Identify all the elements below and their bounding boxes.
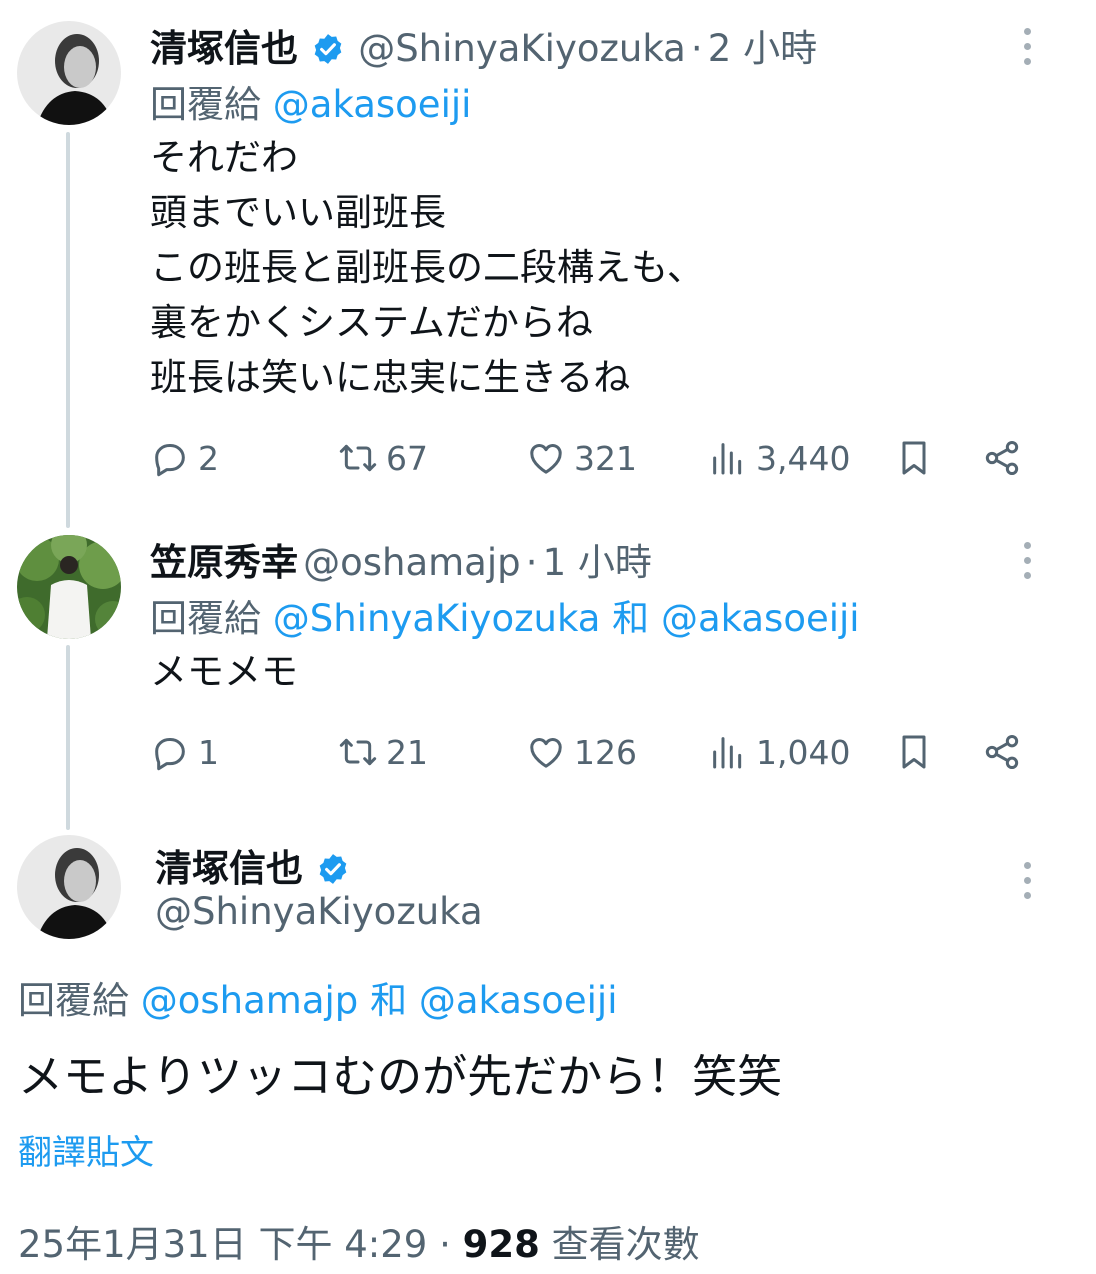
heart-icon [530,444,562,474]
view-count: 928 [462,1223,540,1266]
avatar[interactable] [17,535,121,639]
like-button[interactable]: 126 [526,727,637,777]
like-count: 321 [574,438,637,478]
tweet-header: 清塚信也 @ShinyaKiyozuka · 2 小時 [150,18,817,72]
tweet-text: メモメモ [150,644,298,699]
like-count: 126 [574,732,637,772]
bookmark-icon [902,441,926,475]
share-button[interactable] [982,727,1030,777]
views-chart-icon [713,737,742,769]
separator: · [525,541,538,584]
reply-prefix: 回覆給 [150,83,261,126]
action-bar: 2 67 321 3,440 [150,433,1030,483]
share-button[interactable] [982,433,1030,483]
tweet-text: メモよりツッコむのが先だから！笑笑 [18,1050,783,1103]
tweet-header: 笠原秀幸 @oshamajp · 1 小時 [150,532,652,586]
author-handle[interactable]: @ShinyaKiyozuka [358,27,686,70]
mention-joiner: 和 [370,979,408,1022]
separator: · [439,1223,451,1266]
verified-badge-icon [314,34,342,64]
timestamp[interactable]: 2 小時 [708,27,817,70]
tweet-text-line: それだわ [150,136,298,179]
views-button[interactable]: 3,440 [708,433,850,483]
like-button[interactable]: 321 [526,433,637,483]
mention-link[interactable]: @akasoeiji [419,979,618,1022]
author-name-row: 清塚信也 [155,838,358,892]
repost-button[interactable]: 67 [338,433,428,483]
reply-button[interactable]: 2 [150,433,219,483]
repost-button[interactable]: 21 [338,727,428,777]
mention-link[interactable]: @ShinyaKiyozuka [273,597,601,640]
translate-link[interactable]: 翻譯貼文 [18,1125,154,1174]
tweet-text-line: 班長は笑いに忠実に生きるね [150,356,631,399]
more-options-icon[interactable] [1024,28,1034,73]
post-date[interactable]: 25年1月31日 下午 4:29 [18,1223,427,1266]
bookmark-icon [902,735,926,769]
reply-context: 回覆給 @oshamajp 和 @akasoeiji [18,970,617,1024]
tweet-text-line: メモメモ [150,650,298,693]
thread-line [66,132,70,528]
avatar[interactable] [17,835,121,939]
reply-context: 回覆給 @ShinyaKiyozuka 和 @akasoeiji [150,588,860,642]
mention-link[interactable]: @akasoeiji [273,83,472,126]
author-handle[interactable]: @oshamajp [303,541,521,584]
repost-count: 21 [386,732,428,772]
bookmark-button[interactable] [894,433,942,483]
reply-count: 2 [198,438,219,478]
tweet-text: それだわ 頭までいい副班長 この班長と副班長の二段構えも、 裏をかくシステムだか… [150,130,704,405]
mention-link[interactable]: @akasoeiji [661,597,860,640]
views-label: 查看次數 [551,1223,700,1266]
more-options-icon[interactable] [1024,862,1034,907]
heart-icon [530,738,562,768]
action-bar: 1 21 126 1,040 [150,727,1030,777]
share-icon [985,735,1019,769]
repost-count: 67 [386,438,428,478]
author-name[interactable]: 清塚信也 [155,847,303,890]
author-handle[interactable]: @ShinyaKiyozuka [155,890,483,933]
view-count: 3,440 [756,438,851,478]
reply-icon [155,444,185,477]
reply-count: 1 [198,732,219,772]
view-count: 1,040 [756,732,851,772]
bookmark-button[interactable] [894,727,942,777]
reply-button[interactable]: 1 [150,727,219,777]
views-button[interactable]: 1,040 [708,727,850,777]
author-name[interactable]: 清塚信也 [150,27,298,70]
tweet-meta: 25年1月31日 下午 4:29 · 928 查看次數 [18,1214,700,1268]
reply-icon [155,738,185,771]
author-name[interactable]: 笠原秀幸 [150,541,298,584]
tweet-text-line: 裏をかくシステムだからね [150,301,593,344]
repost-icon [339,738,377,766]
tweet-text-line: 頭までいい副班長 [150,191,446,234]
repost-icon [339,444,377,472]
avatar[interactable] [17,21,121,125]
share-icon [985,441,1019,475]
timestamp[interactable]: 1 小時 [543,541,652,584]
thread-line [66,645,70,830]
separator: · [690,27,703,70]
views-chart-icon [713,443,742,475]
mention-link[interactable]: @oshamajp [141,979,359,1022]
reply-prefix: 回覆給 [18,979,129,1022]
tweet-text-line: この班長と副班長の二段構えも、 [150,246,704,289]
mention-joiner: 和 [612,597,650,640]
more-options-icon[interactable] [1024,542,1034,587]
reply-context: 回覆給 @akasoeiji [150,74,471,128]
verified-badge-icon [319,854,347,884]
reply-prefix: 回覆給 [150,597,261,640]
